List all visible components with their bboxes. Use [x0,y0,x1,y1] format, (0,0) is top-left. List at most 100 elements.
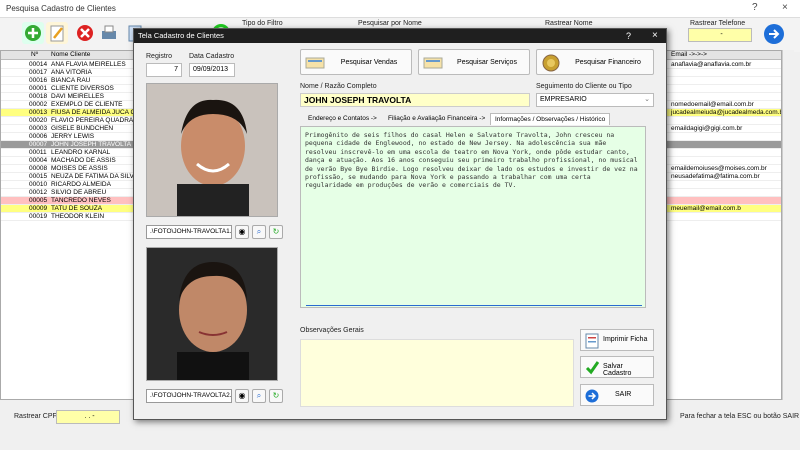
segmento-label: Seguimento do Cliente ou Tipo [536,83,632,90]
divider [306,305,642,306]
track-phone-label: Rastrear Telefone [690,20,746,27]
row-number: 00017 [29,69,48,76]
row-email: emaildagigi@gigi.com.br [671,125,743,132]
row-number: 00020 [29,117,48,124]
obs-gerais-label: Observações Gerais [300,327,364,334]
row-number: 00007 [29,141,48,148]
row-name: LEANDRO KARNAL [51,149,111,156]
row-email: neusadefatima@fatima.com.br [671,173,760,180]
obs-gerais-textarea[interactable] [300,339,574,407]
row-name: MACHADO DE ASSIS [51,157,116,164]
row-number: 00016 [29,77,48,84]
row-name: SILVIO DE ABREU [51,189,107,196]
nome-field[interactable]: JOHN JOSEPH TRAVOLTA [300,93,530,107]
row-number: 00006 [29,133,48,140]
col-name[interactable]: Nome Cliente [51,51,90,58]
search-financial-label: Pesquisar Financeiro [575,59,641,66]
row-name: BIANCA RAU [51,77,91,84]
print-icon[interactable] [98,22,120,44]
save-button[interactable]: Salvar Cadastro [580,356,654,378]
row-name: TATU DE SOUZA [51,205,103,212]
track-phone-input[interactable]: - [688,28,752,42]
exit-label: SAIR [615,391,632,398]
row-name: ANA VITÓRIA [51,69,92,76]
photo-2-path[interactable]: .\FOTO\JOHN-TRAVOLTA2. [146,389,232,403]
filter-type-label: Tipo do Filtro [242,20,283,27]
registro-field: 7 [146,63,182,77]
row-number: 00009 [29,205,48,212]
col-number[interactable]: Nº [31,51,38,58]
row-name: CLIENTE DIVERSOS [51,85,114,92]
checkmark-icon [585,361,599,375]
search-name-label: Pesquisar por Nome [358,20,422,27]
segmento-value: EMPRESARIO [540,96,587,103]
dialog-help-button[interactable]: ? [626,31,631,41]
row-name: EXEMPLO DE CLIENTE [51,101,123,108]
photo-1-path[interactable]: .\FOTO\JOHN-TRAVOLTA1. [146,225,232,239]
chevron-down-icon: ⌄ [644,96,650,103]
refresh-icon[interactable]: ↻ [269,389,283,403]
search-services-button[interactable]: Pesquisar Serviços [418,49,530,75]
camera-icon[interactable]: ◉ [235,225,249,239]
row-name: JOHN JOSEPH TRAVOLTA [51,141,132,148]
row-number: 00002 [29,101,48,108]
row-email: anaflavia@anaflavia.com.br [671,61,752,68]
row-number: 00015 [29,173,48,180]
dialog-close-button[interactable]: × [652,30,658,41]
dialog-title: Tela Cadastro de Clientes [134,29,666,43]
exit-button[interactable]: SAIR [580,384,654,406]
refresh-icon[interactable]: ↻ [269,225,283,239]
search-services-label: Pesquisar Serviços [457,59,517,66]
tab-affiliation[interactable]: Filiação e Avaliação Financeira -> [384,113,489,125]
row-email: jucadealmeiuda@jucadealmeda.com.br [671,109,781,116]
nome-label: Nome / Razão Completo [300,83,377,90]
notes-textarea[interactable]: Primogênito de seis filhos do casal Hele… [300,126,646,308]
camera-icon[interactable]: ◉ [235,389,249,403]
coins-icon [542,54,560,72]
zoom-icon[interactable]: ⌕ [252,389,266,403]
tab-info[interactable]: Informações / Observações / Histórico [490,113,611,125]
data-cadastro-field[interactable]: 09/09/2013 [189,63,235,77]
client-photo-2 [146,247,278,381]
row-number: 00012 [29,189,48,196]
row-number: 00011 [29,149,47,156]
close-button[interactable]: × [782,2,788,13]
edit-icon[interactable] [46,22,68,44]
row-name: FLAVIO PEREIRA QUADRAD [51,117,138,124]
search-sales-label: Pesquisar Vendas [340,59,398,66]
add-icon[interactable] [22,22,44,44]
row-name: THEODOR KLEIN [51,213,105,220]
print-form-label: Imprimir Ficha [603,336,648,343]
vertical-scrollbar[interactable] [782,50,794,400]
row-number: 00013 [29,109,48,116]
help-button[interactable]: ? [752,2,758,13]
col-email[interactable]: Email ->->-> [671,51,707,58]
track-cpf-input[interactable]: . . - [56,410,120,424]
row-number: 00004 [29,157,48,164]
row-number: 00019 [29,213,48,220]
row-number: 00003 [29,125,48,132]
close-hint: Para fechar a tela ESC ou botão SAIR [680,413,800,420]
save-label: Salvar Cadastro [603,363,632,377]
row-name: FIUSA DE ALMEIDA JUCA C [51,109,136,116]
row-name: ANA FLAVIA MEIRELLES [51,61,126,68]
row-name: TANCREDO NEVES [51,197,111,204]
delete-icon[interactable] [74,22,96,44]
go-arrow-icon[interactable] [764,24,784,44]
row-name: MOISES DE ASSIS [51,165,108,172]
row-number: 00014 [29,61,48,68]
row-number: 00018 [29,93,48,100]
receipt-icon [305,57,325,69]
track-cpf-label: Rastrear CPF [14,413,57,420]
row-number: 00010 [29,181,48,188]
print-form-button[interactable]: Imprimir Ficha [580,329,654,351]
row-name: DAVI MEIRELLES [51,93,104,100]
tab-address[interactable]: Endereço e Contatos -> [304,113,381,125]
search-sales-button[interactable]: Pesquisar Vendas [300,49,412,75]
registro-label: Registro [146,53,173,60]
segmento-select[interactable]: EMPRESARIO ⌄ [536,93,654,107]
row-name: NEUZA DE FATIMA DA SILV [51,173,134,180]
search-financial-button[interactable]: Pesquisar Financeiro [536,49,654,75]
row-number: 00008 [29,165,48,172]
zoom-icon[interactable]: ⌕ [252,225,266,239]
